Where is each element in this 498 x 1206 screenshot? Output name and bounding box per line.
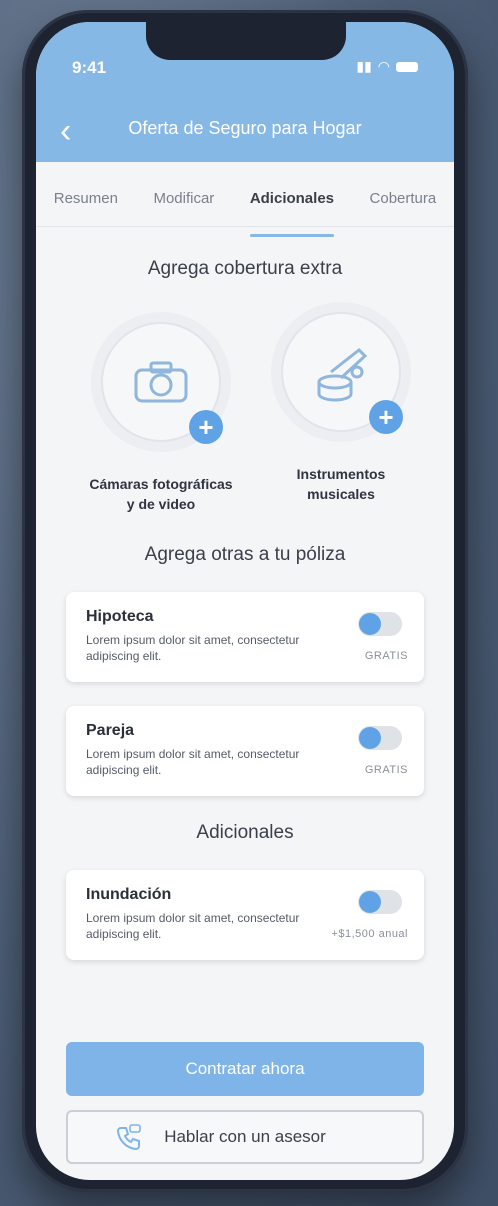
toggle-knob <box>359 891 381 913</box>
coverage-label-line1: Instrumentos <box>296 466 386 482</box>
coverage-label: Instrumentos musicales <box>266 464 416 505</box>
advisor-button[interactable]: Hablar con un asesor <box>66 1110 424 1164</box>
phone-frame: 9:41 ▮▮ ◠ ‹ Oferta de Seguro para Hogar … <box>22 10 468 1192</box>
extra-coverage-title: Agrega cobertura extra <box>147 258 343 279</box>
coverage-label: Cámaras fotográficas y de video <box>86 474 236 515</box>
coverage-circle: + <box>281 312 403 434</box>
coverage-label-line2: y de video <box>126 496 196 513</box>
coverage-label-line1: Cámaras fotográficas <box>89 476 233 492</box>
policy-addons-title: Agrega otras a tu póliza <box>144 544 346 565</box>
add-icon[interactable]: + <box>369 400 403 434</box>
coverage-option-instruments[interactable]: + Instrumentos musicales <box>266 312 416 505</box>
addon-description: Lorem ipsum dolor sit amet, consectetur … <box>86 911 300 942</box>
tab-modificar[interactable]: Modificar <box>153 172 214 226</box>
battery-icon <box>396 61 418 72</box>
add-icon[interactable]: + <box>189 410 223 444</box>
addon-toggle[interactable] <box>358 612 402 636</box>
addon-toggle[interactable] <box>358 890 402 914</box>
addon-name: Inundación <box>86 886 172 903</box>
toggle-knob <box>359 613 381 635</box>
addon-name: Pareja <box>86 722 135 739</box>
advisor-label: Hablar con un asesor <box>164 1127 326 1146</box>
app-header: 9:41 ▮▮ ◠ ‹ Oferta de Seguro para Hogar <box>36 22 454 162</box>
signal-icon: ▮▮ <box>356 58 372 74</box>
addon-toggle[interactable] <box>358 726 402 750</box>
phone-notch <box>146 22 346 60</box>
addon-price: GRATIS <box>364 764 408 776</box>
tab-cobertura[interactable]: Cobertura <box>370 172 437 226</box>
addon-description: Lorem ipsum dolor sit amet, consectetur … <box>86 747 300 778</box>
toggle-knob <box>359 727 381 749</box>
tab-resumen[interactable]: Resumen <box>54 172 118 226</box>
tab-bar: Resumen Modificar Adicionales Cobertura <box>36 172 454 237</box>
addon-price: GRATIS <box>364 650 408 662</box>
addon-card-hipoteca: Hipoteca Lorem ipsum dolor sit amet, con… <box>66 592 424 682</box>
wifi-icon: ◠ <box>377 58 390 74</box>
page-title: Oferta de Seguro para Hogar <box>128 118 362 138</box>
coverage-option-cameras[interactable]: + Cámaras fotográficas y de video <box>86 322 236 515</box>
status-time: 9:41 <box>72 58 107 77</box>
addon-card-pareja: Pareja Lorem ipsum dolor sit amet, conse… <box>66 706 424 796</box>
camera-icon <box>134 361 188 403</box>
additionals-title: Adicionales <box>196 822 294 843</box>
status-icons: ▮▮ ◠ <box>356 58 418 75</box>
music-instruments-icon <box>317 347 368 402</box>
contratar-button[interactable]: Contratar ahora <box>66 1042 424 1096</box>
addon-price: +$1,500 anual <box>331 928 408 940</box>
app-screen: 9:41 ▮▮ ◠ ‹ Oferta de Seguro para Hogar … <box>36 22 454 1180</box>
addon-description: Lorem ipsum dolor sit amet, consectetur … <box>86 633 300 664</box>
addon-card-inundacion: Inundación Lorem ipsum dolor sit amet, c… <box>66 870 424 960</box>
tab-adicionales[interactable]: Adicionales <box>249 172 335 237</box>
phone-chat-icon <box>116 1124 141 1150</box>
addon-name: Hipoteca <box>86 608 154 625</box>
coverage-circle: + <box>101 322 223 444</box>
coverage-label-line2: musicales <box>307 486 375 503</box>
